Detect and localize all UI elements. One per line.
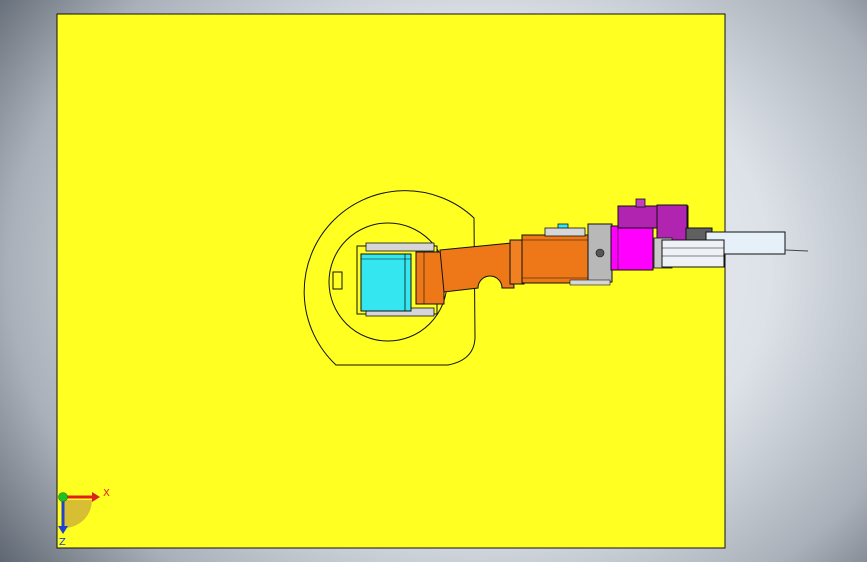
forearm-link[interactable] — [521, 234, 589, 284]
z-axis-label: Z — [59, 537, 66, 548]
gripper-body[interactable] — [610, 225, 654, 271]
shoulder-bracket[interactable] — [415, 251, 445, 305]
wrist-bolt — [595, 248, 605, 258]
upper-arm-link[interactable] — [439, 242, 515, 293]
y-axis-dot-icon — [58, 492, 68, 502]
graphics-viewport[interactable]: X Z — [0, 0, 867, 562]
x-axis-label: X — [103, 488, 110, 499]
joint-cap-cyan[interactable] — [360, 253, 412, 312]
